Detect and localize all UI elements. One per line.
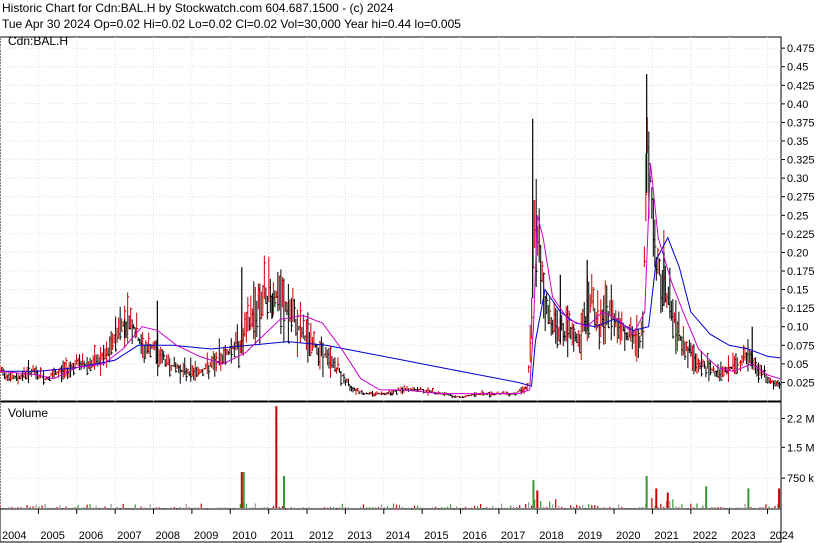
year-tick-label: 2008 <box>156 530 180 542</box>
year-tick-label: 2018 <box>539 530 563 542</box>
year-tick-label: 2013 <box>347 530 371 542</box>
year-axis: 2004 2005 2006 2007 2008 2009 2010 2011 2012 2013… <box>0 508 794 543</box>
price-tick-label: 0.425 <box>787 80 815 92</box>
year-tick-label: 2022 <box>693 530 717 542</box>
year-tick-label: 2015 <box>424 530 448 542</box>
year-tick-label: 2006 <box>79 530 103 542</box>
price-tick-label: 0.20 <box>787 247 808 259</box>
volume-panel-label: Volume <box>8 406 48 420</box>
price-tick-label: 0.125 <box>787 303 815 315</box>
price-tick-label: 0.15 <box>787 285 808 297</box>
year-tick-label: 2007 <box>117 530 141 542</box>
price-tick-label: 0.225 <box>787 229 815 241</box>
price-tick-label: 0.375 <box>787 117 815 129</box>
year-tick-label: 2023 <box>731 530 755 542</box>
price-tick-label: 0.45 <box>787 62 808 74</box>
price-tick-label: 0.40 <box>787 99 808 111</box>
year-tick-label: 2019 <box>578 530 602 542</box>
year-tick-label: 2024 <box>770 530 794 542</box>
price-axis-ticks: 0.025 0.05 0.075 0.10 0.125 0.15 0.175 0.20 0.22… <box>781 43 815 389</box>
volume-panel: 750 k 1.5 M 2.2 M Volume <box>0 401 815 510</box>
price-panel-frame <box>0 36 782 402</box>
price-tick-label: 0.10 <box>787 322 808 334</box>
price-tick-label: 0.075 <box>787 340 815 352</box>
year-tick-label: 2021 <box>654 530 678 542</box>
year-tick-label: 2011 <box>271 530 295 542</box>
year-tick-label: 2012 <box>309 530 333 542</box>
year-tick-label: 2017 <box>501 530 525 542</box>
year-tick-label: 2005 <box>40 530 64 542</box>
price-panel-label: Cdn:BAL.H <box>8 34 68 48</box>
volume-tick-label: 1.5 M <box>787 442 815 454</box>
price-panel: 0.025 0.05 0.075 0.10 0.125 0.15 0.175 0.20 0.22… <box>0 34 815 402</box>
price-tick-label: 0.325 <box>787 155 815 167</box>
price-tick-label: 0.025 <box>787 377 815 389</box>
year-tick-label: 2014 <box>386 530 410 542</box>
price-tick-label: 0.30 <box>787 173 808 185</box>
volume-axis-ticks: 750 k 1.5 M 2.2 M <box>781 413 815 485</box>
year-tick-label: 2004 <box>2 530 26 542</box>
year-tick-label: 2020 <box>616 530 640 542</box>
price-tick-label: 0.175 <box>787 266 815 278</box>
price-tick-label: 0.05 <box>787 359 808 371</box>
volume-tick-label: 2.2 M <box>787 413 815 425</box>
volume-tick-label: 750 k <box>787 473 814 485</box>
year-tick-label: 2016 <box>463 530 487 542</box>
year-tick-label: 2010 <box>232 530 256 542</box>
stock-chart: 0.025 0.05 0.075 0.10 0.125 0.15 0.175 0.20 0.22… <box>0 34 815 543</box>
price-tick-label: 0.275 <box>787 192 815 204</box>
year-tick-label: 2009 <box>194 530 218 542</box>
price-tick-label: 0.35 <box>787 136 808 148</box>
price-tick-label: 0.25 <box>787 210 808 222</box>
price-tick-label: 0.475 <box>787 43 815 55</box>
